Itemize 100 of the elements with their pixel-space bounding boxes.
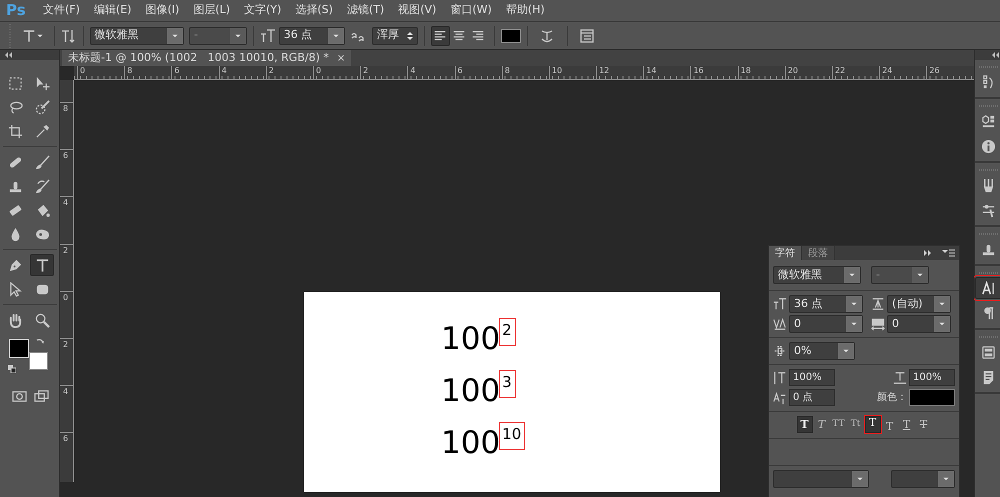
zoom-icon [34,312,50,328]
text-style-button[interactable]: T [814,416,830,434]
panel-tab[interactable]: 字符 [769,246,802,260]
panel-menu-icon [942,249,955,257]
caret-icon [856,476,864,482]
anti-alias-dropdown[interactable]: 浑厚 [372,26,418,44]
menu-item[interactable]: 滤镜(T) [340,2,392,19]
text-orientation-icon [60,28,76,44]
ruler-label: 22 [832,66,880,79]
text-color-swatch[interactable] [909,389,955,406]
menu-item[interactable]: 视图(V) [391,2,444,19]
canvas-text: 100$^{3}$ [441,364,519,410]
ruler-label: 4 [60,196,73,244]
ruler-label: 14 [643,66,690,79]
collapse-icon [923,249,932,257]
language-dropdown[interactable] [773,470,869,488]
tsume-dropdown[interactable]: 0% [789,342,855,360]
caret-icon [848,272,856,278]
ruler-label: 8 [502,66,549,79]
menu-item[interactable]: 窗口(W) [443,2,499,19]
text-color-swatch[interactable] [500,28,521,42]
arrow-pointer-icon [8,282,22,296]
ruler-label: 4 [407,66,454,79]
text-style-button[interactable]: Tt [848,416,864,434]
info-icon [981,138,996,154]
screen-mode-icon [34,388,50,404]
move-icon [34,76,50,90]
text-style-button[interactable]: TT [830,416,846,434]
dashed-rectangle-icon [8,76,22,90]
vertical-scale-field[interactable]: 100% [789,369,835,386]
document-tab[interactable]: 未标题-1 @ 100% (1002 1003 10010, RGB/8) * × [62,50,352,66]
mask-icon [12,388,27,404]
kerning-dropdown[interactable]: 0 [789,314,863,333]
panel-button[interactable] [974,277,1000,299]
ruler-label: 4 [60,385,73,432]
ruler-label: 6 [60,149,73,196]
close-button[interactable]: × [336,50,346,66]
baseline-shift-icon [773,390,787,405]
ruler-label: 6 [60,432,73,480]
menu-item[interactable]: 选择(S) [288,2,340,19]
menu-item[interactable]: 图层(L) [186,2,238,19]
caret-icon [850,300,858,307]
menu-item[interactable]: 编辑(E) [86,2,138,19]
ruler-label: 8 [60,102,73,150]
canvas-text: 100$^{2}$ [441,312,519,358]
vertical-scale-icon [773,370,787,385]
align-left-button[interactable] [430,26,450,46]
ruler-label: 18 [738,66,785,79]
caret-icon [938,300,946,307]
brush-sliders-icon [981,202,996,218]
font-dropdown[interactable]: 微软雅黑 [773,266,861,284]
font-size-dropdown[interactable]: 36 点 [789,294,863,313]
warp-text-icon [539,28,556,44]
ruler-label: 2 [60,244,73,291]
crop-icon [8,124,22,138]
caret-icon [942,476,950,482]
text-style-button[interactable]: T [898,416,914,434]
brush-icon [34,100,50,114]
menu-item[interactable]: 帮助(H) [498,2,552,19]
ruler-label: 24 [879,66,926,79]
kerning-icon [773,316,787,331]
baseline-shift-field[interactable]: 0 点 [789,389,835,406]
horizontal-scale-field[interactable]: 100% [909,369,955,386]
sponge-icon [34,226,50,242]
cube-list-icon [981,114,996,128]
pen-icon [8,258,22,272]
character-icon [981,280,996,296]
align-center-icon [452,28,466,42]
tracking-dropdown[interactable]: 0 [887,314,951,333]
leading-dropdown[interactable]: (自动) [887,294,951,313]
background-color-swatch[interactable] [29,352,48,370]
panel-tab[interactable]: 段落 [802,246,835,260]
menu-item[interactable]: 文件(F) [36,2,87,19]
ruler-label: 8 [124,66,172,79]
eyedropper-icon [34,124,50,138]
horizontal-scale-icon [893,370,907,385]
ruler-label: 4 [218,66,266,79]
font-size-dropdown[interactable]: 36 点 [278,26,345,44]
menu-item[interactable]: 文字(Y) [237,2,288,19]
tool-button[interactable] [30,254,54,276]
panel-layout-icon [981,344,996,360]
text-style-button[interactable]: T [796,416,812,434]
ruler-label: 0 [60,290,73,338]
ruler-label: 6 [454,66,502,79]
text-style-button[interactable]: T [882,416,898,434]
text-style-button[interactable]: T [864,416,880,434]
brush-icon [34,178,50,194]
text-style-button[interactable]: T [916,416,932,434]
menu-item[interactable]: 图像(I) [138,2,186,19]
caret-icon [170,32,178,38]
font-dropdown[interactable]: 微软雅黑 [90,26,184,44]
align-left-icon [433,28,448,42]
anti-alias-dropdown[interactable] [891,470,955,488]
foreground-color-swatch[interactable] [9,339,29,358]
type-icon [34,258,50,272]
stepper-icon [406,30,414,40]
default-colors-icon [8,365,16,373]
leading-icon [871,296,885,311]
lasso-icon [8,100,22,114]
caret-icon [234,32,242,38]
